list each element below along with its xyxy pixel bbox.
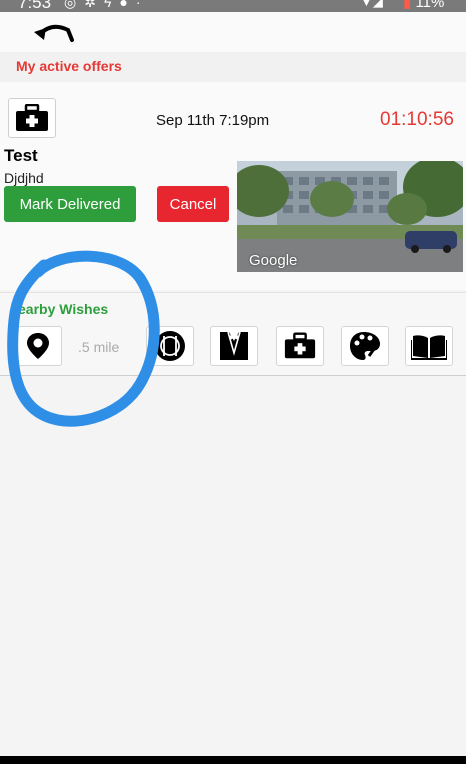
nearby-wishes-title: earby Wishes [18, 301, 109, 317]
back-button[interactable] [32, 18, 80, 48]
status-bar: 7:53 ◎✲ϟ●· ▼◢ ▮ 11% [0, 0, 466, 12]
mark-delivered-button[interactable]: Mark Delivered [4, 186, 136, 222]
category-art-button[interactable] [341, 326, 389, 366]
notification-icons: ◎✲ϟ●· [64, 0, 149, 11]
category-food-button[interactable] [146, 326, 194, 366]
status-time: 7:53 [18, 0, 52, 12]
distance-value[interactable]: .5 mile [78, 339, 119, 355]
section-title: My active offers [16, 58, 122, 74]
location-button[interactable] [14, 326, 62, 366]
medical-kit-icon [284, 332, 316, 359]
nearby-wishes-section: earby Wishes .5 mile [0, 292, 466, 376]
sun-icon: ✲ [84, 0, 104, 10]
whatsapp-icon: ◎ [64, 0, 85, 10]
palette-icon [350, 332, 381, 360]
book-icon [411, 335, 447, 360]
active-offers-header: My active offers [0, 52, 466, 82]
offer-title: Test [4, 146, 38, 165]
battery-icon: ▮ [403, 0, 412, 11]
food-icon [155, 331, 185, 361]
connectivity-icons: ▼◢ [360, 0, 383, 10]
category-education-button[interactable] [405, 326, 453, 366]
undo-arrow-icon [34, 24, 74, 42]
tuxedo-icon [220, 331, 248, 360]
offer-date: Sep 11th 7:19pm [156, 112, 270, 129]
dot-icon: · [135, 0, 149, 10]
category-medical-button[interactable] [276, 326, 324, 366]
offer-description: Djdjhd [4, 170, 44, 186]
circle-icon: ● [119, 0, 136, 10]
offer-card: Sep 11th 7:19pm 01:10:56 Test Djdjhd Mar… [0, 82, 466, 290]
cancel-button[interactable]: Cancel [157, 186, 229, 222]
signal-icon: ◢ [372, 0, 383, 9]
map-attribution: Google [249, 252, 298, 269]
battery-level: ▮ 11% [403, 0, 444, 11]
category-formal-button[interactable] [210, 326, 258, 366]
medical-kit-icon [16, 104, 48, 131]
offer-category [8, 98, 56, 138]
bottom-bar [0, 756, 466, 764]
top-bar [0, 12, 466, 52]
location-pin-icon [27, 333, 49, 359]
street-view-image[interactable]: Google [237, 161, 463, 272]
wifi-icon: ▼ [360, 0, 373, 9]
countdown-timer: 01:10:56 [380, 109, 454, 130]
lightning-icon: ϟ [103, 0, 120, 10]
